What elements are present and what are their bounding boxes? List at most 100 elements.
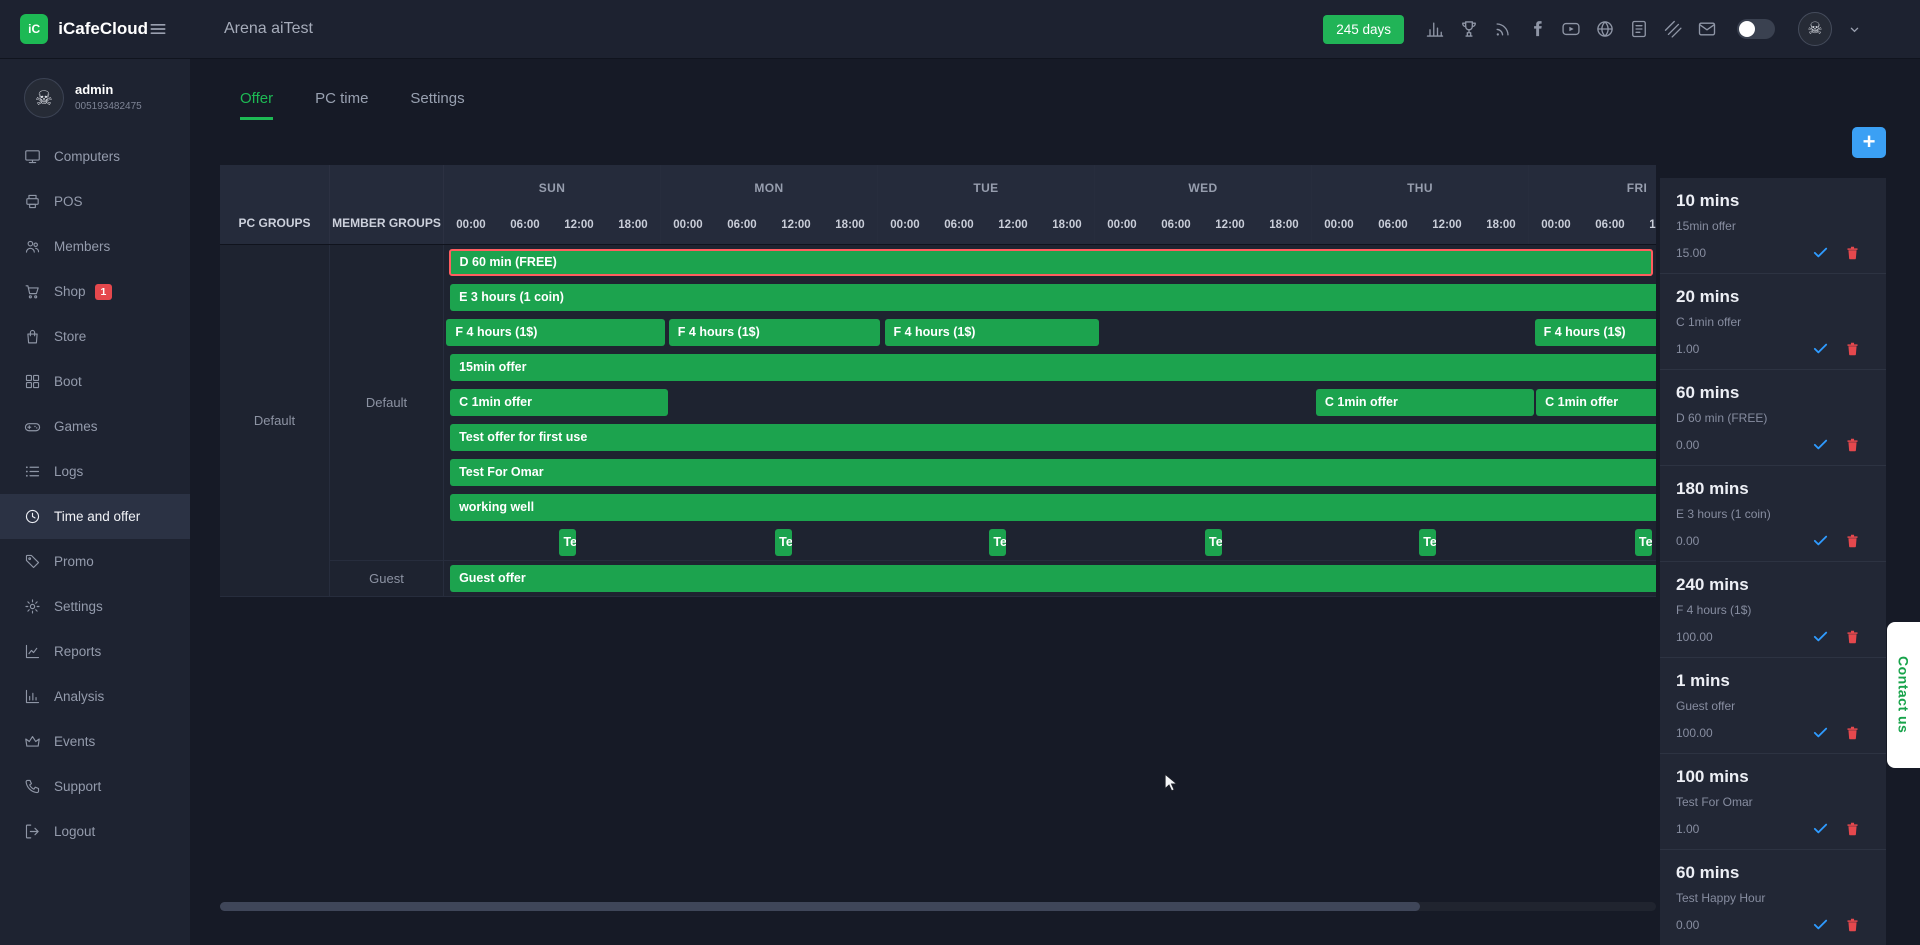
sidebar-item-logs[interactable]: Logs <box>0 449 190 494</box>
menu-toggle-icon[interactable] <box>148 19 168 39</box>
facebook-icon[interactable] <box>1527 19 1547 39</box>
delete-offer-button[interactable] <box>1845 533 1860 549</box>
globe-icon[interactable] <box>1595 19 1615 39</box>
offer-card: 100 minsTest For Omar1.00 <box>1660 754 1886 850</box>
offer-bar[interactable]: Test Happy Hour <box>1419 529 1436 556</box>
offer-bar[interactable]: F 4 hours (1$) <box>1535 319 1656 346</box>
sidebar-avatar[interactable]: ☠ <box>24 78 64 118</box>
offer-bar[interactable]: F 4 hours (1$) <box>669 319 880 346</box>
offer-price: 0.00 <box>1676 534 1699 548</box>
offer-bar[interactable]: Test Happy Hour <box>1635 529 1652 556</box>
offer-enabled-check-icon[interactable] <box>1812 628 1829 645</box>
offer-bar[interactable]: Test For Omar <box>450 459 1656 486</box>
delete-offer-button[interactable] <box>1845 725 1860 741</box>
sidebar-item-pos[interactable]: POS <box>0 179 190 224</box>
offer-enabled-check-icon[interactable] <box>1812 436 1829 453</box>
offer-bar[interactable]: C 1min offer <box>450 389 668 416</box>
offer-enabled-check-icon[interactable] <box>1812 820 1829 837</box>
time-label: 12:00 <box>986 219 1040 231</box>
sidebar-item-settings[interactable]: Settings <box>0 584 190 629</box>
sidebar-item-events[interactable]: Events <box>0 719 190 764</box>
sidebar-item-reports[interactable]: Reports <box>0 629 190 674</box>
mail-icon[interactable] <box>1697 19 1717 39</box>
layers-icon[interactable] <box>1663 19 1683 39</box>
sidebar-item-logout[interactable]: Logout <box>0 809 190 854</box>
sidebar-item-store[interactable]: Store <box>0 314 190 359</box>
offer-bar[interactable]: 15min offer <box>450 354 1656 381</box>
delete-offer-button[interactable] <box>1845 245 1860 261</box>
sidebar-item-computers[interactable]: Computers <box>0 134 190 179</box>
stats-icon[interactable] <box>1425 19 1445 39</box>
sidebar-item-shop[interactable]: Shop1 <box>0 269 190 314</box>
delete-offer-button[interactable] <box>1845 341 1860 357</box>
sidebar-item-analysis[interactable]: Analysis <box>0 674 190 719</box>
sidebar-item-time-and-offer[interactable]: Time and offer <box>0 494 190 539</box>
offer-bar[interactable]: working well <box>450 494 1656 521</box>
sidebar-item-label: Reports <box>54 644 101 659</box>
add-offer-button[interactable]: + <box>1852 127 1886 158</box>
horizontal-scrollbar[interactable] <box>220 902 1656 911</box>
rss-icon[interactable] <box>1493 19 1513 39</box>
offer-bar[interactable]: C 1min offer <box>1316 389 1534 416</box>
offer-bar[interactable]: D 60 min (FREE) <box>449 249 1654 276</box>
offer-enabled-check-icon[interactable] <box>1812 724 1829 741</box>
time-row: 00:0006:0012:0018:00 <box>878 205 1094 244</box>
scrollbar-thumb[interactable] <box>220 902 1420 911</box>
tab-offer[interactable]: Offer <box>240 90 273 120</box>
offer-price-row: 1.00 <box>1676 820 1872 837</box>
toggle-knob <box>1739 21 1755 37</box>
sidebar-item-members[interactable]: Members <box>0 224 190 269</box>
offer-bar[interactable]: Test Happy Hour <box>989 529 1006 556</box>
time-label: 18:00 <box>606 219 660 231</box>
delete-offer-button[interactable] <box>1845 437 1860 453</box>
offer-bar[interactable]: Test Happy Hour <box>775 529 792 556</box>
member-group-sections: DefaultD 60 min (FREE) E 3 hours (1 coin)… <box>330 245 1656 596</box>
offer-row: working well <box>444 490 1656 525</box>
offer-bar[interactable]: C 1min offer <box>1536 389 1656 416</box>
offer-bar[interactable]: Test Happy Hour <box>559 529 576 556</box>
delete-offer-button[interactable] <box>1845 917 1860 933</box>
sidebar-item-label: Support <box>54 779 101 794</box>
sidebar-item-support[interactable]: Support <box>0 764 190 809</box>
tab-settings[interactable]: Settings <box>410 90 464 120</box>
offer-duration: 60 mins <box>1676 863 1872 883</box>
chevron-down-icon[interactable] <box>1847 22 1862 37</box>
offer-bar-label: Guest offer <box>459 571 526 585</box>
mouse-cursor <box>1160 772 1182 794</box>
invoice-icon[interactable] <box>1629 19 1649 39</box>
time-label: 18:00 <box>1040 219 1094 231</box>
offer-bar[interactable]: F 4 hours (1$) <box>446 319 665 346</box>
gear-icon <box>24 598 41 615</box>
brand[interactable]: iC iCafeCloud <box>0 14 148 44</box>
offer-bar[interactable]: F 4 hours (1$) <box>885 319 1099 346</box>
offer-enabled-check-icon[interactable] <box>1812 916 1829 933</box>
youtube-icon[interactable] <box>1561 19 1581 39</box>
contact-us-button[interactable]: Contact us <box>1887 622 1920 768</box>
time-label: 06:00 <box>498 219 552 231</box>
offer-bar[interactable]: Guest offer <box>450 565 1656 592</box>
offer-enabled-check-icon[interactable] <box>1812 532 1829 549</box>
sidebar-item-promo[interactable]: Promo <box>0 539 190 584</box>
offer-bar[interactable]: E 3 hours (1 coin) <box>450 284 1656 311</box>
sidebar-item-label: Games <box>54 419 98 434</box>
offer-actions <box>1812 340 1872 357</box>
tab-pc-time[interactable]: PC time <box>315 90 368 120</box>
user-avatar[interactable]: ☠ <box>1798 12 1832 46</box>
delete-offer-button[interactable] <box>1845 629 1860 645</box>
delete-offer-button[interactable] <box>1845 821 1860 837</box>
boot-icon <box>24 373 41 390</box>
time-label: 18:00 <box>1474 219 1528 231</box>
sidebar-item-label: Boot <box>54 374 82 389</box>
offer-enabled-check-icon[interactable] <box>1812 340 1829 357</box>
trophy-icon[interactable] <box>1459 19 1479 39</box>
member-group-label: Default <box>330 245 444 560</box>
license-days-badge[interactable]: 245 days <box>1323 15 1404 44</box>
offer-price-row: 1.00 <box>1676 340 1872 357</box>
time-label: 06:00 <box>1149 219 1203 231</box>
offer-bar[interactable]: Test Happy Hour <box>1205 529 1222 556</box>
theme-toggle[interactable] <box>1737 19 1775 39</box>
offer-enabled-check-icon[interactable] <box>1812 244 1829 261</box>
offer-bar[interactable]: Test offer for first use <box>450 424 1656 451</box>
sidebar-item-boot[interactable]: Boot <box>0 359 190 404</box>
sidebar-item-games[interactable]: Games <box>0 404 190 449</box>
